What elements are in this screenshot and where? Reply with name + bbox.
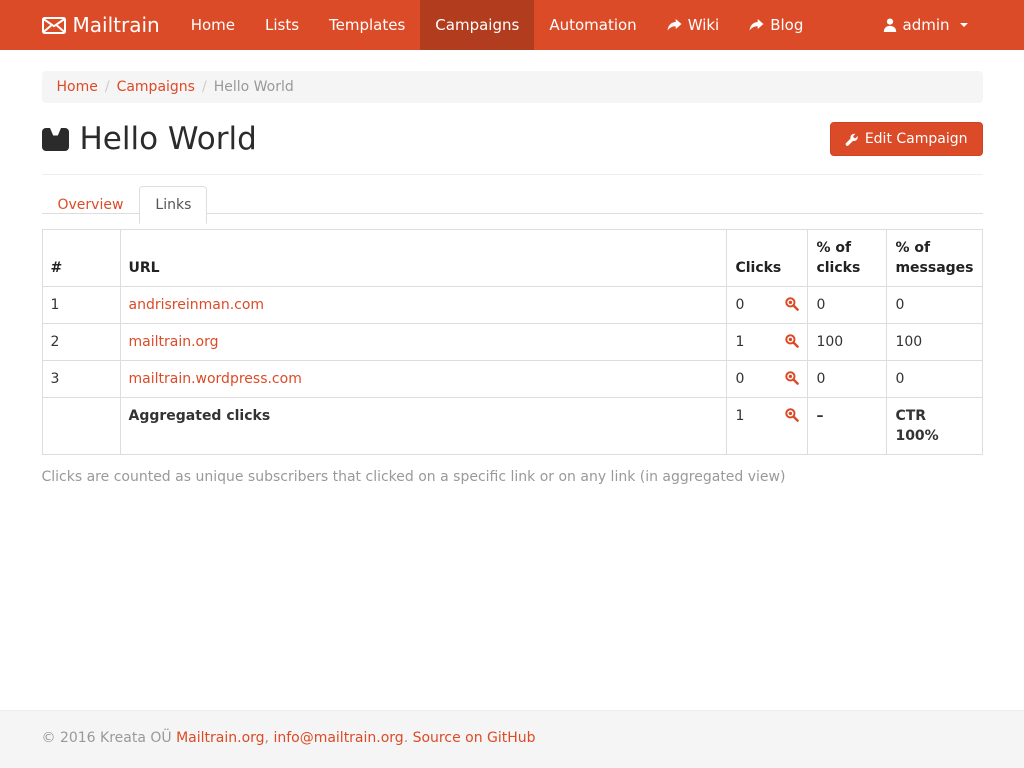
nav-item-blog[interactable]: Blog [734,0,818,50]
user-menu[interactable]: admin [868,0,983,50]
clicks-value: 0 [735,371,744,387]
url-link[interactable]: mailtrain.org [129,334,219,350]
brand-label: Mailtrain [73,13,160,37]
pct-clicks-value: 0 [808,361,887,398]
nav-blog-label: Blog [770,0,803,50]
clicks-value: 0 [735,297,744,313]
header-divider [42,174,983,175]
row-num: 3 [42,361,120,398]
row-num: 2 [42,324,120,361]
pct-messages-value: 0 [887,287,982,324]
col-header-pct-clicks: % of clicks [808,230,887,287]
external-arrow-icon [667,19,682,32]
page-title-text: Hello World [80,121,257,157]
clicks-value: 1 [735,334,744,350]
nav-item-home[interactable]: Home [176,0,250,50]
nav-item-campaigns[interactable]: Campaigns [420,0,534,50]
caret-down-icon [960,23,968,27]
main-nav: Home Lists Templates Campaigns Automatio… [176,0,819,50]
table-row: 2 mailtrain.org 1 100 100 [42,324,982,361]
magnifier-icon[interactable] [785,297,799,311]
breadcrumb-current: Hello World [214,79,294,95]
breadcrumb-campaigns[interactable]: Campaigns [117,79,195,95]
envelope-icon [42,17,66,34]
tab-links[interactable]: Links [139,186,207,224]
aggregated-ctr: CTR 100% [895,408,938,444]
edit-campaign-button[interactable]: Edit Campaign [830,122,983,156]
aggregated-label: Aggregated clicks [129,408,271,424]
table-row: 1 andrisreinman.com 0 0 0 [42,287,982,324]
nav-item-lists[interactable]: Lists [250,0,314,50]
row-num: 1 [42,287,120,324]
url-link[interactable]: mailtrain.wordpress.com [129,371,302,387]
footer-link-github[interactable]: Source on GitHub [413,730,536,746]
user-name: admin [903,0,950,50]
col-header-clicks: Clicks [727,230,808,287]
clicks-value: 1 [735,408,744,424]
page-title: Hello World [42,121,257,157]
tab-overview[interactable]: Overview [42,186,140,224]
pct-messages-value: 100 [887,324,982,361]
col-header-num: # [42,230,120,287]
footer-link-email[interactable]: info@mailtrain.org [273,730,403,746]
aggregated-row: Aggregated clicks 1 – CTR 100% [42,398,982,455]
nav-item-wiki[interactable]: Wiki [652,0,735,50]
url-link[interactable]: andrisreinman.com [129,297,265,313]
row-num-empty [42,398,120,455]
brand-mailtrain[interactable]: Mailtrain [42,0,176,50]
external-arrow-icon [749,19,764,32]
col-header-pct-messages: % of messages [887,230,982,287]
breadcrumb-separator: / [195,79,214,95]
clicks-note: Clicks are counted as unique subscribers… [42,469,983,485]
campaign-inbox-icon [42,128,69,151]
pct-clicks-value: 0 [808,287,887,324]
pct-clicks-value: 100 [808,324,887,361]
magnifier-icon[interactable] [785,408,799,422]
user-icon [883,18,897,32]
breadcrumb-home[interactable]: Home [57,79,98,95]
nav-item-templates[interactable]: Templates [314,0,420,50]
pct-messages-value: 0 [887,361,982,398]
aggregated-pct-clicks: – [816,408,823,424]
top-navbar: Mailtrain Home Lists Templates Campaigns… [0,0,1024,50]
wrench-icon [845,133,858,146]
table-row: 3 mailtrain.wordpress.com 0 0 0 [42,361,982,398]
footer-link-mailtrain[interactable]: Mailtrain.org [176,730,264,746]
breadcrumb: Home / Campaigns / Hello World [42,71,983,103]
magnifier-icon[interactable] [785,371,799,385]
tab-bar: Overview Links [42,197,983,214]
links-table: # URL Clicks % of clicks % of messages 1… [42,229,983,455]
nav-wiki-label: Wiki [688,0,720,50]
magnifier-icon[interactable] [785,334,799,348]
footer-separator: . [404,730,413,746]
page-footer: © 2016 Kreata OÜ Mailtrain.org, info@mai… [0,710,1024,768]
nav-item-automation[interactable]: Automation [534,0,651,50]
edit-campaign-label: Edit Campaign [865,131,968,147]
breadcrumb-separator: / [98,79,117,95]
copyright-text: © 2016 Kreata OÜ [42,730,172,746]
col-header-url: URL [120,230,727,287]
table-header-row: # URL Clicks % of clicks % of messages [42,230,982,287]
